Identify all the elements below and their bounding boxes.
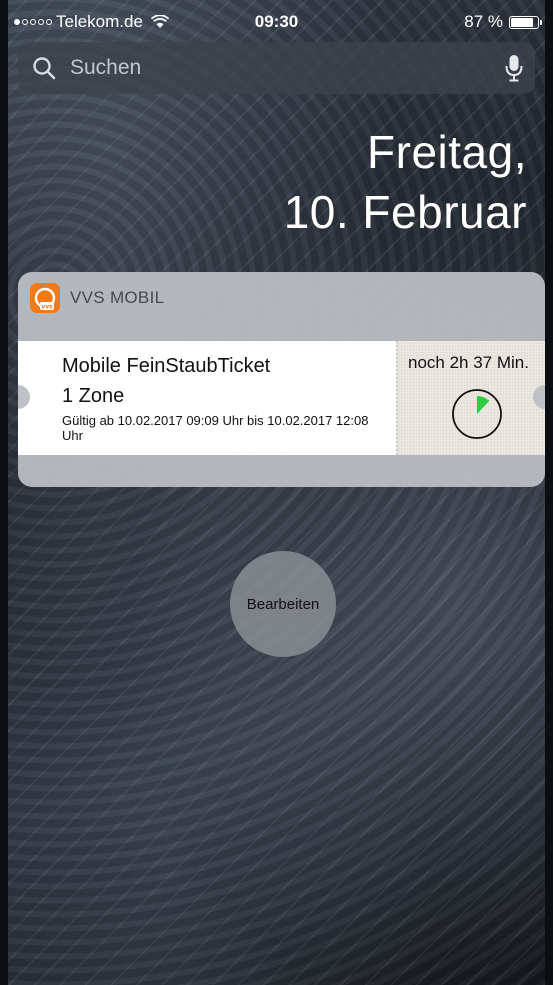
- ticket-card[interactable]: Mobile FeinStaubTicket 1 Zone Gültig ab …: [18, 341, 545, 455]
- search-icon: [33, 57, 56, 80]
- battery-icon: [509, 15, 542, 29]
- battery-percentage: 87 %: [464, 12, 503, 31]
- vvs-app-icon: vvs: [30, 283, 60, 313]
- screen-bezel-right: [545, 0, 553, 985]
- widget-title: VVS MOBIL: [70, 288, 165, 307]
- screen-bezel-left: [0, 0, 8, 985]
- clock: 09:30: [254, 12, 299, 31]
- weekday: Freitag,: [367, 126, 527, 178]
- ticket-notch-left: [18, 385, 30, 409]
- remaining-time: noch 2h 37 Min.: [408, 353, 529, 372]
- status-bar: Telekom.de 09:30 87 %: [14, 8, 542, 36]
- battery-status: 87 %: [464, 12, 542, 32]
- search-input[interactable]: Suchen: [70, 56, 505, 80]
- ticket-validity: Gültig ab 10.02.2017 09:09 Uhr bis 10.02…: [62, 413, 369, 443]
- microphone-icon[interactable]: [505, 54, 523, 82]
- ticket-zone: 1 Zone: [62, 385, 125, 407]
- widget-header[interactable]: vvs VVS MOBIL: [18, 272, 545, 324]
- day-month: 10. Februar: [283, 186, 527, 238]
- ticket-details: Mobile FeinStaubTicket 1 Zone Gültig ab …: [62, 351, 392, 443]
- date-display: Freitag, 10. Februar: [284, 122, 527, 242]
- timer-icon: [452, 389, 502, 439]
- battery-fill: [511, 17, 533, 27]
- ticket-stub: noch 2h 37 Min.: [396, 341, 545, 455]
- timer-progress-wedge: [477, 396, 490, 414]
- edit-button[interactable]: Bearbeiten: [230, 551, 336, 657]
- search-bar[interactable]: Suchen: [18, 42, 535, 94]
- svg-text:vvs: vvs: [41, 304, 53, 311]
- ticket-name: Mobile FeinStaubTicket: [62, 355, 271, 377]
- vvs-widget[interactable]: vvs VVS MOBIL Mobile FeinStaubTicket 1 Z…: [18, 272, 545, 487]
